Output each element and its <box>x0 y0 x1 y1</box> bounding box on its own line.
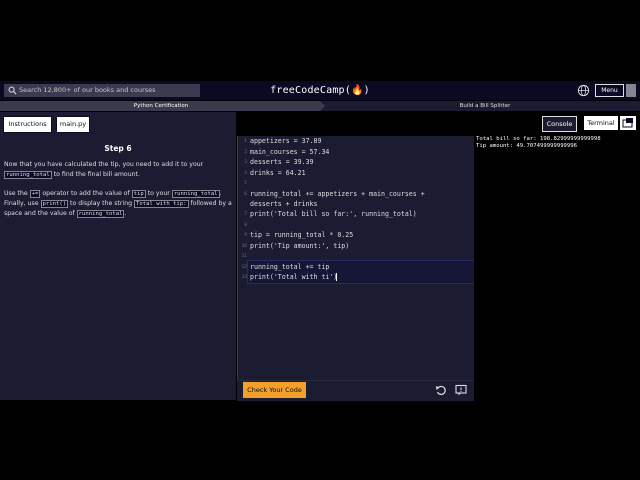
text: Now that you have calculated the tip, yo… <box>4 161 204 168</box>
console-line: Tip amount: 49.707499999999996 <box>476 143 578 149</box>
terminal-button[interactable]: Terminal <box>584 116 618 130</box>
code-line[interactable]: running_total += appetizers + main_cours… <box>250 190 425 198</box>
code-total-with-tip: Total with tip: <box>134 200 189 208</box>
code-running-total: running_total <box>4 171 52 179</box>
line-number: 9 <box>244 233 247 238</box>
check-your-code-button[interactable]: Check Your Code <box>243 382 306 398</box>
console-output <box>474 135 640 400</box>
avatar[interactable] <box>626 84 636 97</box>
line-number: 10 <box>241 244 247 249</box>
text: to find the final bill amount. <box>51 171 140 178</box>
line-number: 7 <box>244 212 247 217</box>
preview-window-icon[interactable] <box>620 116 636 130</box>
line-number: 12 <box>241 265 247 270</box>
line-number: 3 <box>244 160 247 165</box>
code-running-total: running_total <box>76 210 125 218</box>
tab-instructions[interactable]: Instructions <box>3 116 52 133</box>
console-button[interactable]: Console <box>542 116 577 132</box>
instructions-panel <box>0 112 236 400</box>
text: operator to add the value of <box>40 190 132 197</box>
text-cursor <box>336 273 337 281</box>
console-line: Total bill so far: 198.82999999999998 <box>476 136 601 142</box>
line-number: 5 <box>244 181 247 186</box>
code-line[interactable]: desserts + drinks <box>250 200 318 208</box>
text: Use the <box>4 190 30 197</box>
line-number: 13 <box>241 275 247 280</box>
text: to display the string <box>68 200 135 207</box>
code-tip: tip <box>131 190 146 198</box>
code-running-total: running_total <box>171 190 220 198</box>
line-number: 4 <box>244 171 247 176</box>
code-print: print() <box>40 200 69 208</box>
line-number: 2 <box>244 150 247 155</box>
search-placeholder: Search 12,800+ of our books and courses <box>19 86 156 94</box>
line-number: 8 <box>244 223 247 228</box>
code-line[interactable]: main_courses = 57.34 <box>250 148 329 156</box>
breadcrumb-project[interactable]: Build a Bill Splitter <box>330 101 640 111</box>
tab-main-py[interactable]: main.py <box>56 116 90 133</box>
instruction-paragraph-1: Now that you have calculated the tip, yo… <box>4 160 232 180</box>
code-line[interactable]: tip = running_total * 0.25 <box>250 231 353 239</box>
code-line[interactable]: print('Total bill so far:', running_tota… <box>250 210 417 218</box>
code-line[interactable]: drinks = 64.21 <box>250 169 306 177</box>
search-icon <box>8 86 17 95</box>
reset-icon[interactable] <box>434 383 448 397</box>
freecodecamp-logo[interactable]: freeCodeCamp(🔥) <box>260 82 380 99</box>
breadcrumb-course[interactable]: Python Certification <box>0 101 322 111</box>
line-number: 1 <box>244 139 247 144</box>
text: to your <box>145 190 172 197</box>
line-number: 11 <box>241 254 247 259</box>
code-line[interactable]: appetizers = 37.89 <box>250 137 321 145</box>
line-number: 6 <box>244 192 247 197</box>
help-icon[interactable] <box>454 383 468 397</box>
code-line[interactable]: running_total += tip <box>250 263 329 271</box>
code-line[interactable]: print('Tip amount:', tip) <box>250 242 349 250</box>
menu-button[interactable]: Menu <box>595 84 624 97</box>
code-plus-equals: += <box>29 190 41 198</box>
code-line[interactable]: print('Total with ti') <box>250 273 337 281</box>
globe-icon[interactable] <box>577 84 590 97</box>
text: . <box>124 210 127 217</box>
instruction-paragraph-2: Use the += operator to add the value of … <box>4 189 232 219</box>
code-line[interactable]: desserts = 39.39 <box>250 158 314 166</box>
step-title: Step 6 <box>104 144 132 153</box>
